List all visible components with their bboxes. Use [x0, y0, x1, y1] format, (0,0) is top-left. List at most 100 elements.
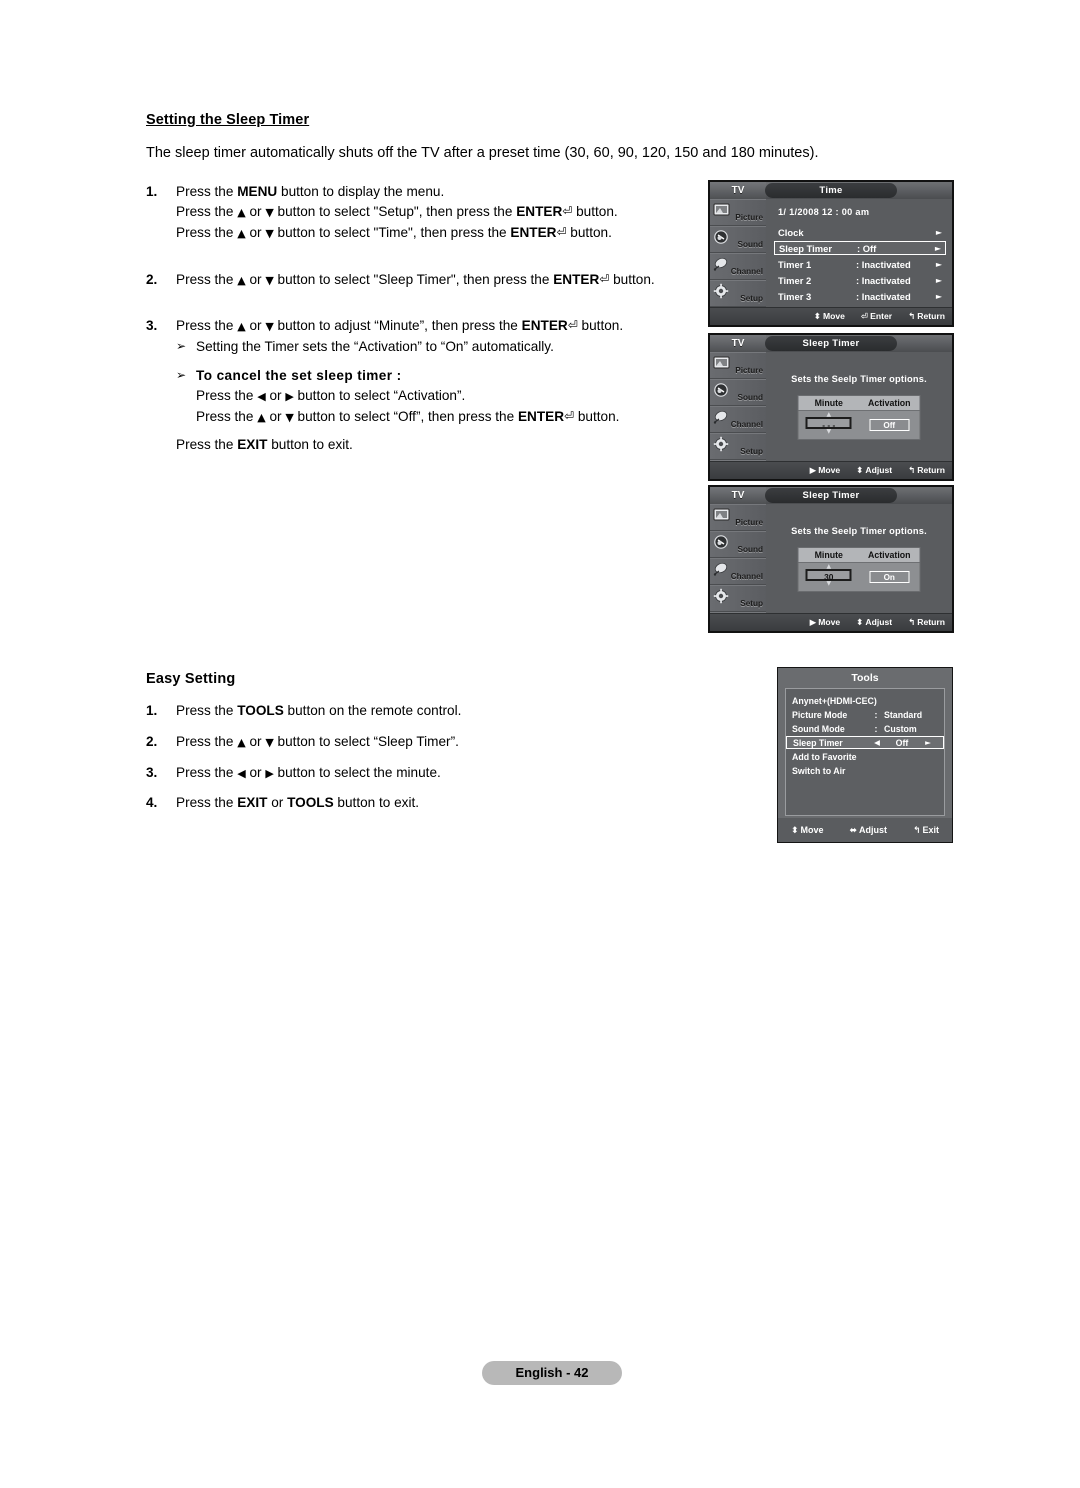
osd-sidebar: Picture Sound Channel Setup Input	[710, 504, 767, 631]
sidebar-item-label: Setup	[740, 294, 763, 303]
minute-stepper[interactable]: ▲ - - - ▼	[805, 412, 852, 435]
column-header-activation: Activation	[867, 398, 911, 408]
text: or	[245, 733, 266, 749]
osd-title: Time	[765, 183, 897, 198]
stepper-down-icon[interactable]: ▼	[806, 581, 852, 587]
row-value: Off	[895, 737, 909, 748]
hint-exit: ↰ Exit	[913, 825, 939, 836]
sidebar-item-channel[interactable]: Channel	[710, 406, 766, 433]
sidebar-item-setup[interactable]: Setup	[710, 585, 766, 612]
activation-value[interactable]: On	[869, 571, 910, 583]
hint-return: ↰ Return	[908, 465, 945, 476]
down-arrow-icon: ▼	[265, 735, 274, 749]
text: button to select “Activation”.	[293, 388, 466, 404]
osd-footer-hints: ▶ Move ⬍ Adjust ↰ Return	[710, 461, 952, 479]
column-header-minute: Minute	[814, 550, 843, 560]
hint-label: Move	[818, 617, 841, 627]
sidebar-item-picture[interactable]: Picture	[710, 199, 766, 226]
cancel-instructions: Press the ◀ or ▶ button to select “Activ…	[176, 386, 706, 427]
osd-panel-sleep-timer-off: TV Sleep Timer Picture Sound Channel Set…	[708, 333, 954, 481]
hint-move: ⬍ Move	[791, 825, 824, 836]
menu-row-timer-3[interactable]: Timer 3 : Inactivated ►	[774, 289, 946, 303]
text: button to select the minute.	[273, 764, 441, 780]
sidebar-item-channel[interactable]: Channel	[710, 253, 766, 280]
setup-gear-icon	[713, 588, 732, 605]
hint-label: Enter	[870, 311, 893, 321]
step-3: 3. Press the ▲ or ▼ button to adjust “Mi…	[146, 316, 706, 456]
enter-button-label: ENTER	[516, 204, 563, 220]
hint-move: ⬍ Move	[814, 311, 845, 322]
sidebar-item-sound[interactable]: Sound	[710, 531, 766, 558]
text: button on the remote control.	[283, 703, 462, 719]
sound-icon	[713, 229, 732, 246]
text: button to display the menu.	[277, 183, 445, 199]
text: button to adjust “Minute”, then press th…	[273, 318, 522, 334]
sidebar-item-label: Setup	[740, 447, 763, 456]
menu-row-sleep-timer[interactable]: Sleep Timer : Off ►	[774, 241, 946, 255]
up-arrow-icon: ▲	[237, 273, 246, 287]
row-label: Picture Mode	[792, 709, 848, 720]
sidebar-item-sound[interactable]: Sound	[710, 226, 766, 253]
up-arrow-icon: ▲	[237, 206, 246, 220]
hint-label: Move	[822, 311, 845, 321]
stepper-down-icon[interactable]: ▼	[806, 429, 852, 435]
sidebar-item-sound[interactable]: Sound	[710, 379, 766, 406]
left-arrow-icon[interactable]: ◀	[869, 738, 885, 747]
tools-row-switch-to-air[interactable]: Switch to Air	[786, 764, 944, 777]
easy-step-1-number: 1.	[146, 703, 158, 719]
hint-return: ↰ Return	[908, 311, 945, 322]
sidebar-item-picture[interactable]: Picture	[710, 504, 766, 531]
text: button to select "Sleep Timer", then pre…	[273, 271, 554, 287]
activation-value[interactable]: Off	[869, 419, 910, 431]
text: button.	[577, 318, 624, 334]
left-arrow-icon: ◀	[257, 390, 266, 404]
minute-stepper[interactable]: ▲ 30 ▼	[805, 564, 852, 587]
menu-row-clock[interactable]: Clock ►	[774, 225, 946, 239]
hint-label: Adjust	[865, 617, 893, 627]
menu-row-timer-2[interactable]: Timer 2 : Inactivated ►	[774, 273, 946, 287]
enter-key-icon: ⏎	[599, 271, 610, 286]
return-arrow-icon: ↰	[908, 312, 916, 322]
sidebar-item-picture[interactable]: Picture	[710, 352, 766, 379]
sleep-timer-column-headers: Minute Activation	[798, 396, 920, 411]
text: Press the	[176, 271, 238, 287]
step-1-line-3: Press the ▲ or ▼ button to select "Time"…	[176, 223, 706, 244]
cancel-line-2: Press the ▲ or ▼ button to select “Off”,…	[196, 407, 706, 428]
activation-cell: On	[859, 571, 920, 583]
enter-button-label: ENTER	[521, 318, 568, 334]
hint-label: Adjust	[865, 465, 893, 475]
sidebar-item-setup[interactable]: Setup	[710, 280, 766, 307]
tools-row-sound-mode[interactable]: Sound Mode : Custom	[786, 722, 944, 735]
step-3-exit-line: Press the EXIT button to exit.	[176, 435, 706, 456]
return-arrow-icon: ↰	[912, 825, 921, 836]
tools-row-sleep-timer[interactable]: Sleep Timer ◀ Off ►	[786, 736, 944, 749]
menu-row-timer-1[interactable]: Timer 1 : Inactivated ►	[774, 257, 946, 271]
sidebar-item-setup[interactable]: Setup	[710, 433, 766, 460]
row-label: Sound Mode	[792, 723, 845, 734]
time-menu-rows: Clock ► Sleep Timer : Off ► Timer 1 : In…	[774, 225, 946, 305]
chevron-right-icon: ►	[935, 227, 942, 237]
text: or	[245, 204, 266, 220]
tools-row-add-to-favorite[interactable]: Add to Favorite	[786, 750, 944, 763]
text: or	[265, 408, 286, 424]
osd-title: Sleep Timer	[765, 488, 897, 503]
enter-button-label: ENTER	[553, 271, 600, 287]
text: Press the	[176, 764, 238, 780]
channel-icon	[713, 561, 732, 578]
right-arrow-icon: ▶	[265, 766, 274, 780]
enter-button-label: ENTER	[510, 224, 557, 240]
tools-row-picture-mode[interactable]: Picture Mode : Standard	[786, 708, 944, 721]
down-arrow-icon: ▼	[265, 320, 274, 334]
hint-label: Exit	[922, 824, 940, 835]
sidebar-item-label: Channel	[730, 420, 763, 429]
osd-footer-hints: ⬍ Move ⏎ Enter ↰ Return	[710, 307, 952, 325]
easy-setting-steps: 1. Press the TOOLS button on the remote …	[146, 701, 706, 813]
tools-menu-list: Anynet+(HDMI-CEC) Picture Mode : Standar…	[785, 688, 945, 816]
row-label: Clock	[778, 226, 804, 238]
intro-paragraph: The sleep timer automatically shuts off …	[146, 145, 819, 161]
easy-step-2: 2. Press the ▲ or ▼ button to select “Sl…	[146, 732, 706, 752]
right-arrow-icon[interactable]: ►	[919, 738, 937, 747]
tools-row-anynet[interactable]: Anynet+(HDMI-CEC)	[786, 694, 944, 707]
sidebar-item-channel[interactable]: Channel	[710, 558, 766, 585]
osd-tv-label: TV	[710, 487, 766, 504]
